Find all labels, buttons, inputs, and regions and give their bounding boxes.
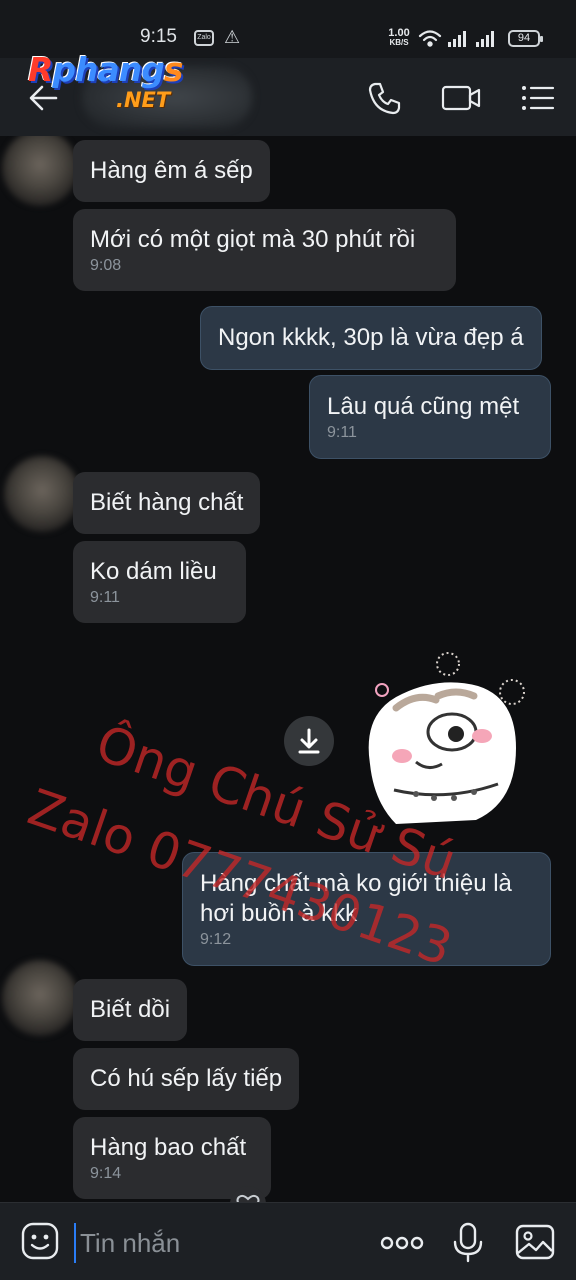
- avatar[interactable]: [4, 456, 80, 532]
- emoji-button[interactable]: [20, 1221, 60, 1266]
- avatar[interactable]: [2, 960, 78, 1036]
- message-time: 9:11: [90, 589, 120, 606]
- voice-call-button[interactable]: [364, 78, 404, 118]
- signal-icon: [476, 31, 494, 47]
- message-text: Hàng bao chất: [90, 1134, 247, 1161]
- image-icon: [515, 1224, 555, 1260]
- message-time: 9:14: [90, 1165, 122, 1182]
- message-text: Ngon kkkk, 30p là vừa đẹp á: [218, 324, 524, 351]
- logo-text: Rphangs: [28, 50, 184, 89]
- message-text: Hàng êm á sếp: [90, 157, 253, 184]
- warning-icon: ⚠: [224, 27, 241, 47]
- heart-icon: [236, 1194, 260, 1202]
- emoji-icon: [21, 1222, 59, 1260]
- chat-options-button[interactable]: [518, 78, 558, 118]
- message-text: Hàng chất mà ko giới thiệu là hơi buồn à…: [200, 870, 512, 927]
- message-bubble-incoming[interactable]: Biết hàng chất: [73, 472, 261, 534]
- voice-message-button[interactable]: [450, 1221, 486, 1268]
- battery-icon: 94: [508, 30, 543, 47]
- more-icon: [380, 1236, 424, 1250]
- status-time: 9:15: [140, 26, 177, 47]
- reaction-button[interactable]: [230, 1186, 266, 1202]
- message-time: 9:11: [327, 424, 357, 441]
- message-bubble-incoming[interactable]: Có hú sếp lấy tiếp: [73, 1048, 300, 1110]
- message-bubble-incoming[interactable]: Hàng êm á sếp: [73, 140, 270, 202]
- logo-subtext: .NET: [116, 88, 171, 112]
- zalo-notification-icon: Zalo: [194, 30, 214, 46]
- network-speed: 1.00 KB/S: [384, 28, 414, 48]
- message-bubble-outgoing[interactable]: Ngon kkkk, 30p là vừa đẹp á: [200, 306, 542, 370]
- message-text: Biết hàng chất: [90, 489, 244, 516]
- message-text: Mới có một giọt mà 30 phút rồi: [90, 226, 416, 253]
- phone-icon: [368, 82, 401, 115]
- more-options-button[interactable]: [378, 1223, 426, 1268]
- send-image-button[interactable]: [514, 1221, 556, 1268]
- message-list[interactable]: Hàng êm á sếp Mới có một giọt mà 30 phút…: [0, 136, 576, 1202]
- message-composer: [0, 1202, 576, 1280]
- video-call-button[interactable]: [440, 78, 481, 118]
- message-bubble-incoming[interactable]: Mới có một giọt mà 30 phút rồi 9:08: [73, 209, 456, 291]
- message-bubble-incoming[interactable]: Ko dám liều 9:11: [73, 541, 246, 623]
- message-input[interactable]: [74, 1223, 364, 1263]
- download-icon: [298, 728, 320, 754]
- avatar[interactable]: [2, 136, 78, 206]
- network-speed-unit: KB/S: [389, 38, 409, 47]
- message-time: 9:08: [90, 257, 122, 274]
- microphone-icon: [453, 1222, 483, 1263]
- site-watermark-logo: Rphangs .NET: [28, 50, 218, 112]
- video-call-icon: [441, 85, 481, 111]
- message-text: Có hú sếp lấy tiếp: [90, 1065, 283, 1092]
- menu-list-icon: [522, 86, 555, 110]
- wifi-icon: [418, 30, 442, 47]
- signal-icon: [448, 31, 466, 47]
- connectivity-icons: [418, 30, 494, 47]
- download-button[interactable]: [284, 716, 334, 766]
- message-bubble-outgoing[interactable]: Hàng chất mà ko giới thiệu là hơi buồn à…: [182, 852, 551, 966]
- message-bubble-outgoing[interactable]: Lâu quá cũng mệt 9:11: [309, 375, 551, 459]
- cat-sticker-icon[interactable]: [356, 652, 536, 836]
- message-text: Biết dồi: [90, 996, 171, 1023]
- message-text: Ko dám liều: [90, 558, 217, 585]
- message-time: 9:12: [200, 931, 232, 948]
- chat-header: Rphangs .NET: [0, 50, 576, 136]
- message-bubble-incoming[interactable]: Biết dồi: [73, 979, 188, 1041]
- message-text: Lâu quá cũng mệt: [327, 393, 520, 420]
